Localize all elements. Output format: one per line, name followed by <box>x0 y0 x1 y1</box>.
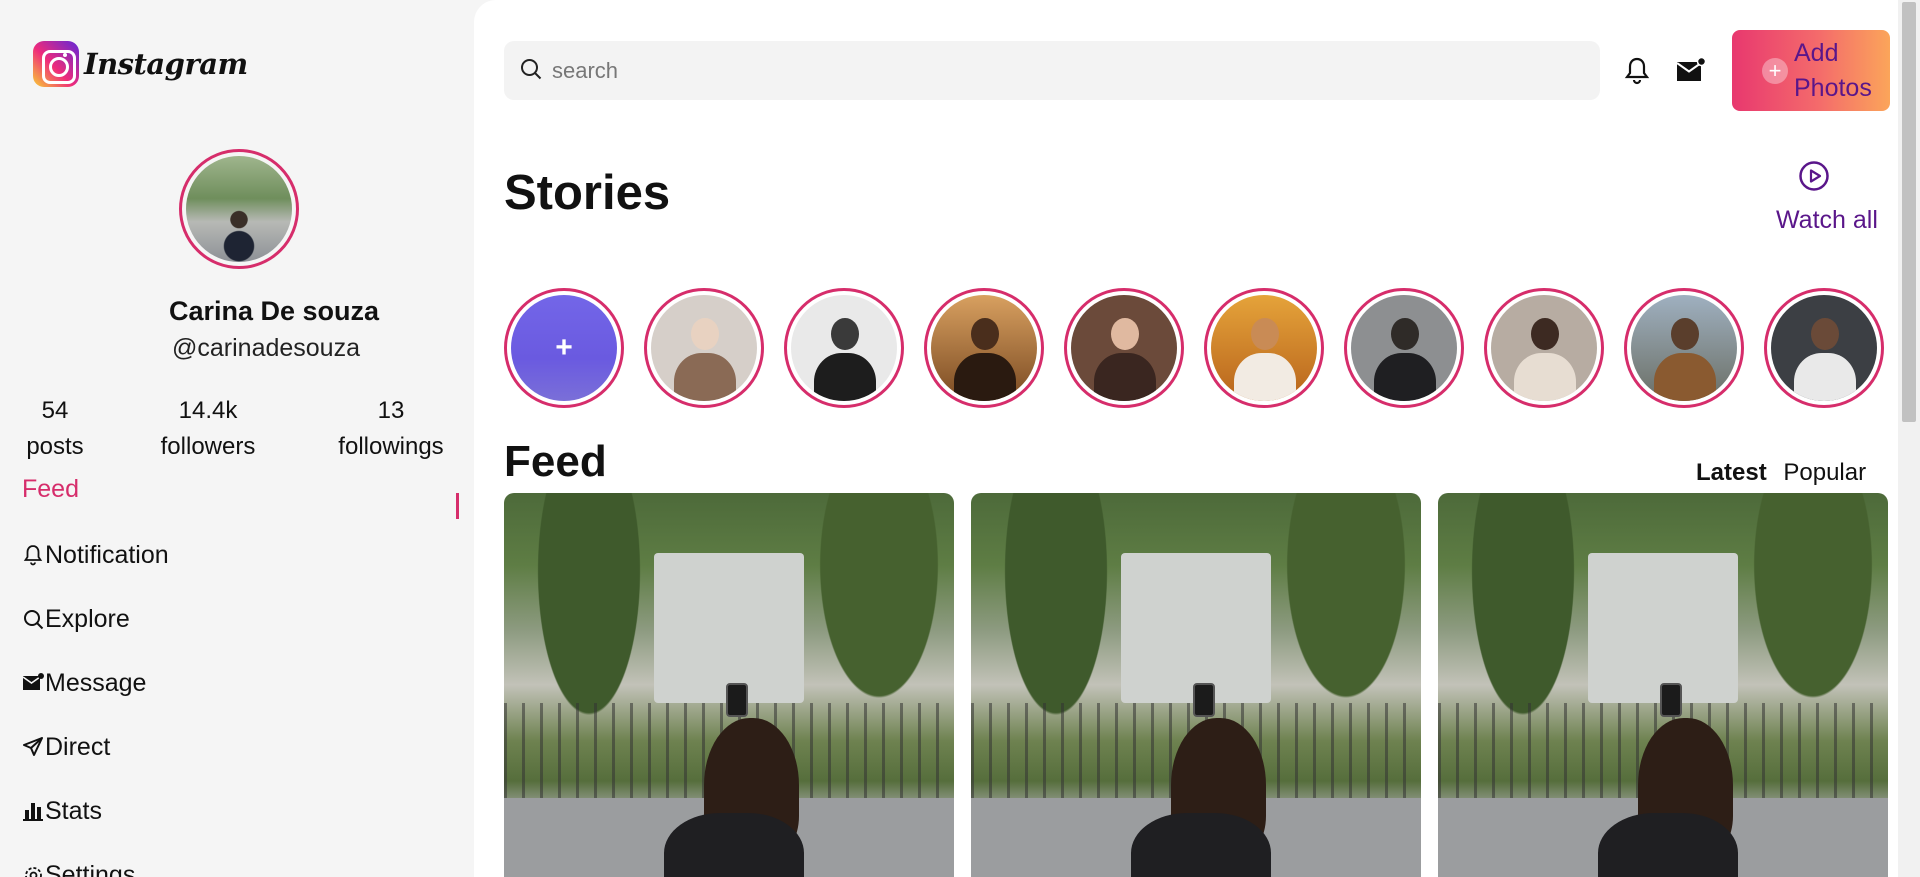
notification-bell-icon[interactable] <box>1624 56 1650 90</box>
stat-followers-label: followers <box>160 433 256 460</box>
sidebar-item-message[interactable]: Message <box>22 651 462 715</box>
mail-icon <box>22 672 44 694</box>
story-thumbnail <box>1491 295 1597 401</box>
play-circle-icon <box>1776 160 1896 196</box>
add-story-thumbnail: + <box>511 295 617 401</box>
stories-row: + <box>504 288 1884 408</box>
watch-all-button[interactable]: Watch all <box>1776 160 1896 235</box>
story-thumbnail <box>651 295 757 401</box>
sidebar: Instagram Carina De souza @carinadesouza… <box>0 0 474 877</box>
bar-chart-icon <box>22 800 44 822</box>
feed-tabs: Latest Popular <box>1696 459 1866 487</box>
bell-icon <box>22 544 44 566</box>
story-item[interactable] <box>1764 288 1884 408</box>
sidebar-item-label: Stats <box>45 796 102 825</box>
story-thumbnail <box>1211 295 1317 401</box>
sidebar-item-label: Settings <box>45 860 136 877</box>
search-input[interactable] <box>552 57 1552 84</box>
sidebar-item-label: Feed <box>22 475 79 503</box>
tab-latest[interactable]: Latest <box>1696 459 1767 486</box>
add-story-plus: + <box>555 331 573 364</box>
sidebar-item-stats[interactable]: Stats <box>22 779 462 843</box>
add-photos-button[interactable]: + Add Photos <box>1732 30 1890 111</box>
sidebar-item-settings[interactable]: Settings <box>22 843 462 877</box>
main-content: + Add Photos Stories Watch all + Feed La… <box>474 0 1898 877</box>
story-item[interactable] <box>1624 288 1744 408</box>
feed-post[interactable] <box>971 493 1421 877</box>
sidebar-nav: Feed Notification Explore Message Direct… <box>22 475 462 877</box>
story-item[interactable] <box>1344 288 1464 408</box>
story-thumbnail <box>1771 295 1877 401</box>
plus-icon: + <box>1762 57 1788 84</box>
stat-posts-value: 54 <box>41 397 69 424</box>
story-item[interactable] <box>1204 288 1324 408</box>
profile-name: Carina De souza <box>168 296 380 326</box>
feed-post[interactable] <box>504 493 954 877</box>
messages-mail-icon[interactable] <box>1676 56 1707 87</box>
sidebar-item-label: Direct <box>45 732 111 761</box>
stat-followers[interactable]: 14.4k followers <box>150 393 266 465</box>
sidebar-item-direct[interactable]: Direct <box>22 715 462 779</box>
page-scrollbar[interactable] <box>1898 0 1920 877</box>
avatar-image <box>186 156 292 262</box>
stat-posts-label: posts <box>26 433 84 460</box>
search-icon <box>520 58 542 84</box>
profile-avatar[interactable] <box>179 149 299 269</box>
feed-grid <box>504 493 1888 877</box>
story-item[interactable] <box>924 288 1044 408</box>
story-thumbnail <box>1351 295 1457 401</box>
story-thumbnail <box>1071 295 1177 401</box>
watch-all-label: Watch all <box>1776 206 1878 234</box>
sidebar-item-notification[interactable]: Notification <box>22 523 462 587</box>
stat-followers-value: 14.4k <box>178 397 238 424</box>
feed-heading: Feed <box>504 437 607 486</box>
story-thumbnail <box>791 295 897 401</box>
sidebar-item-feed[interactable]: Feed <box>22 475 462 519</box>
tab-popular[interactable]: Popular <box>1783 459 1866 486</box>
stat-followings-value: 13 <box>377 397 405 424</box>
story-item[interactable] <box>1064 288 1184 408</box>
story-thumbnail <box>931 295 1037 401</box>
gear-icon <box>22 864 44 877</box>
add-story-button[interactable]: + <box>504 288 624 408</box>
stat-followings[interactable]: 13 followings <box>326 393 456 465</box>
send-icon <box>22 736 44 758</box>
sidebar-item-label: Notification <box>45 540 169 569</box>
active-indicator <box>456 493 459 519</box>
add-photos-label: Add Photos <box>1794 38 1872 102</box>
scrollbar-thumb[interactable] <box>1902 2 1916 422</box>
instagram-logo-icon <box>33 41 79 87</box>
profile-handle: @carinadesouza <box>172 334 360 362</box>
sidebar-item-explore[interactable]: Explore <box>22 587 462 651</box>
story-item[interactable] <box>784 288 904 408</box>
logo-text: Instagram <box>84 47 248 81</box>
stat-posts: 54 posts <box>14 393 96 465</box>
instagram-logo[interactable]: Instagram <box>33 41 248 87</box>
sidebar-item-label: Explore <box>45 604 130 633</box>
sidebar-item-label: Message <box>45 668 147 697</box>
story-item[interactable] <box>644 288 764 408</box>
story-thumbnail <box>1631 295 1737 401</box>
search-icon <box>22 608 44 630</box>
feed-post[interactable] <box>1438 493 1888 877</box>
stat-followings-label: followings <box>338 433 444 460</box>
story-item[interactable] <box>1484 288 1604 408</box>
search-bar[interactable] <box>504 41 1600 100</box>
stories-heading: Stories <box>504 166 671 220</box>
